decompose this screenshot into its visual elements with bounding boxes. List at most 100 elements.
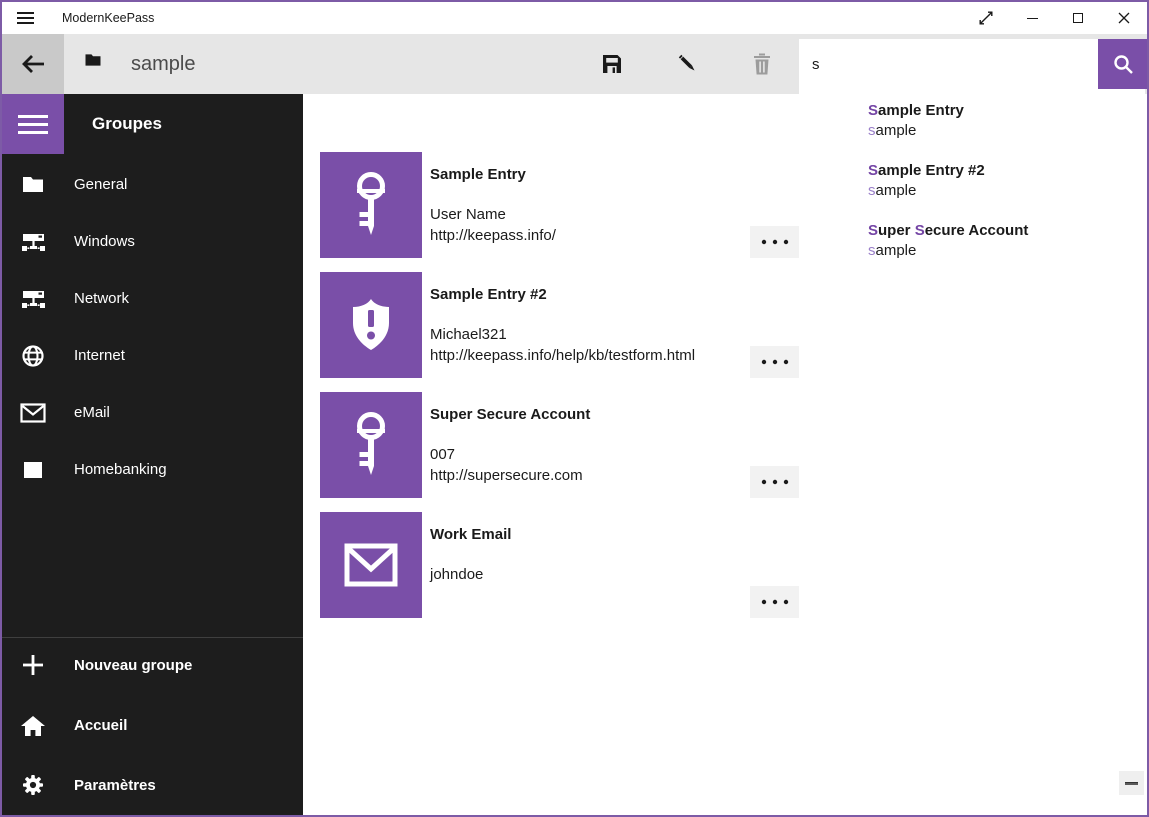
key-icon: [320, 392, 422, 498]
entry-details: Michael321 http://keepass.info/help/kb/t…: [430, 324, 695, 366]
search-button[interactable]: [1098, 39, 1147, 89]
mail-icon: [20, 403, 46, 423]
more-button[interactable]: [750, 586, 799, 618]
close-icon: [1118, 12, 1130, 24]
entry-username: User Name: [430, 204, 556, 225]
sidebar-item-label: Windows: [74, 233, 135, 250]
key-icon: [320, 152, 422, 258]
app-window: ModernKeePass: [0, 0, 1149, 817]
search-suggestions: Sample Entry sample Sample Entry #2 samp…: [799, 89, 1145, 359]
search-icon: [1112, 53, 1134, 75]
close-button[interactable]: [1101, 2, 1147, 34]
suggestion-item[interactable]: Super Secure Account sample: [868, 221, 1145, 281]
sidebar-item-internet[interactable]: Internet: [2, 327, 303, 384]
sidebar-item-label: Internet: [74, 347, 125, 364]
suggestion-title: Sample Entry: [868, 101, 1145, 121]
home-button[interactable]: Accueil: [2, 695, 303, 755]
trash-icon: [751, 52, 773, 76]
globe-icon: [20, 344, 46, 368]
hamburger-icon: [18, 110, 48, 139]
entry-title: Sample Entry: [430, 166, 526, 183]
sidebar-action-label: Paramètres: [74, 777, 156, 794]
database-name: sample: [131, 34, 195, 94]
sidebar-actions: Nouveau groupe Accueil: [2, 635, 303, 815]
search-input[interactable]: [799, 39, 1098, 89]
titlebar: ModernKeePass: [2, 2, 1147, 34]
suggestion-item[interactable]: Sample Entry sample: [868, 101, 1145, 161]
back-button[interactable]: [2, 34, 64, 94]
entry-details: User Name http://keepass.info/: [430, 204, 556, 246]
minus-icon: [1125, 782, 1138, 785]
entry-title: Super Secure Account: [430, 406, 590, 423]
sidebar-item-label: eMail: [74, 404, 110, 421]
sidebar-item-windows[interactable]: Windows: [2, 213, 303, 270]
group-list: General Windows: [2, 156, 303, 498]
entry-details: johndoe: [430, 564, 483, 585]
entry-username: Michael321: [430, 324, 695, 345]
settings-button[interactable]: Paramètres: [2, 755, 303, 815]
folder-icon: [20, 174, 46, 195]
save-icon: [600, 52, 624, 76]
suggestion-item[interactable]: Sample Entry #2 sample: [868, 161, 1145, 221]
entry-title: Sample Entry #2: [430, 286, 547, 303]
groups-heading: Groupes: [92, 94, 162, 154]
ellipsis-icon: [760, 478, 790, 486]
ellipsis-icon: [760, 238, 790, 246]
home-icon: [20, 714, 46, 737]
entry-username: johndoe: [430, 564, 483, 585]
suggestion-subtitle: sample: [868, 241, 1145, 261]
sidebar-action-label: Nouveau groupe: [74, 657, 192, 674]
entry-row-super-secure-account[interactable]: Super Secure Account 007 http://supersec…: [320, 392, 799, 498]
network-icon: [20, 288, 46, 310]
sidebar-item-homebanking[interactable]: Homebanking: [2, 441, 303, 498]
more-button[interactable]: [750, 346, 799, 378]
diagonal-resize-icon: [979, 11, 993, 25]
suggestion-title: Sample Entry #2: [868, 161, 1145, 181]
back-arrow-icon: [20, 52, 46, 76]
save-button[interactable]: [588, 34, 636, 94]
minimize-button[interactable]: [1009, 2, 1055, 34]
ellipsis-icon: [760, 358, 790, 366]
suggestion-subtitle: sample: [868, 181, 1145, 201]
zoom-out-button[interactable]: [1119, 771, 1144, 795]
entry-url: http://keepass.info/help/kb/testform.htm…: [430, 345, 695, 366]
database-folder-icon: [84, 52, 102, 73]
mail-icon: [320, 512, 422, 618]
titlebar-hamburger-icon[interactable]: [2, 9, 48, 27]
maximize-icon: [1073, 13, 1083, 23]
sidebar-item-general[interactable]: General: [2, 156, 303, 213]
fullscreen-button[interactable]: [963, 2, 1009, 34]
square-icon: [20, 462, 46, 478]
sidebar-item-email[interactable]: eMail: [2, 384, 303, 441]
delete-button[interactable]: [738, 34, 786, 94]
gear-icon: [20, 773, 46, 797]
window-controls: [963, 2, 1147, 34]
entry-row-sample-entry[interactable]: Sample Entry User Name http://keepass.in…: [320, 152, 799, 258]
sidebar-item-label: Network: [74, 290, 129, 307]
more-button[interactable]: [750, 226, 799, 258]
ellipsis-icon: [760, 598, 790, 606]
suggestion-title: Super Secure Account: [868, 221, 1145, 241]
entry-row-sample-entry-2[interactable]: Sample Entry #2 Michael321 http://keepas…: [320, 272, 799, 378]
entry-list: Sample Entry User Name http://keepass.in…: [320, 152, 799, 632]
entry-url: http://keepass.info/: [430, 225, 556, 246]
sidebar-item-label: General: [74, 176, 127, 193]
sidebar: Groupes General: [2, 94, 303, 815]
entry-title: Work Email: [430, 526, 511, 543]
edit-button[interactable]: [664, 34, 712, 94]
entry-url: http://supersecure.com: [430, 465, 583, 486]
command-bar: sample: [2, 34, 1147, 94]
maximize-button[interactable]: [1055, 2, 1101, 34]
pencil-icon: [676, 52, 700, 76]
sidebar-hamburger-button[interactable]: [2, 94, 64, 154]
hamburger-bars: [17, 9, 34, 27]
sidebar-action-label: Accueil: [74, 717, 127, 734]
entry-username: 007: [430, 444, 583, 465]
sidebar-item-network[interactable]: Network: [2, 270, 303, 327]
new-group-button[interactable]: Nouveau groupe: [2, 635, 303, 695]
shield-warning-icon: [320, 272, 422, 378]
entry-row-work-email[interactable]: Work Email johndoe: [320, 512, 799, 618]
sidebar-item-label: Homebanking: [74, 461, 167, 478]
entry-details: 007 http://supersecure.com: [430, 444, 583, 486]
more-button[interactable]: [750, 466, 799, 498]
